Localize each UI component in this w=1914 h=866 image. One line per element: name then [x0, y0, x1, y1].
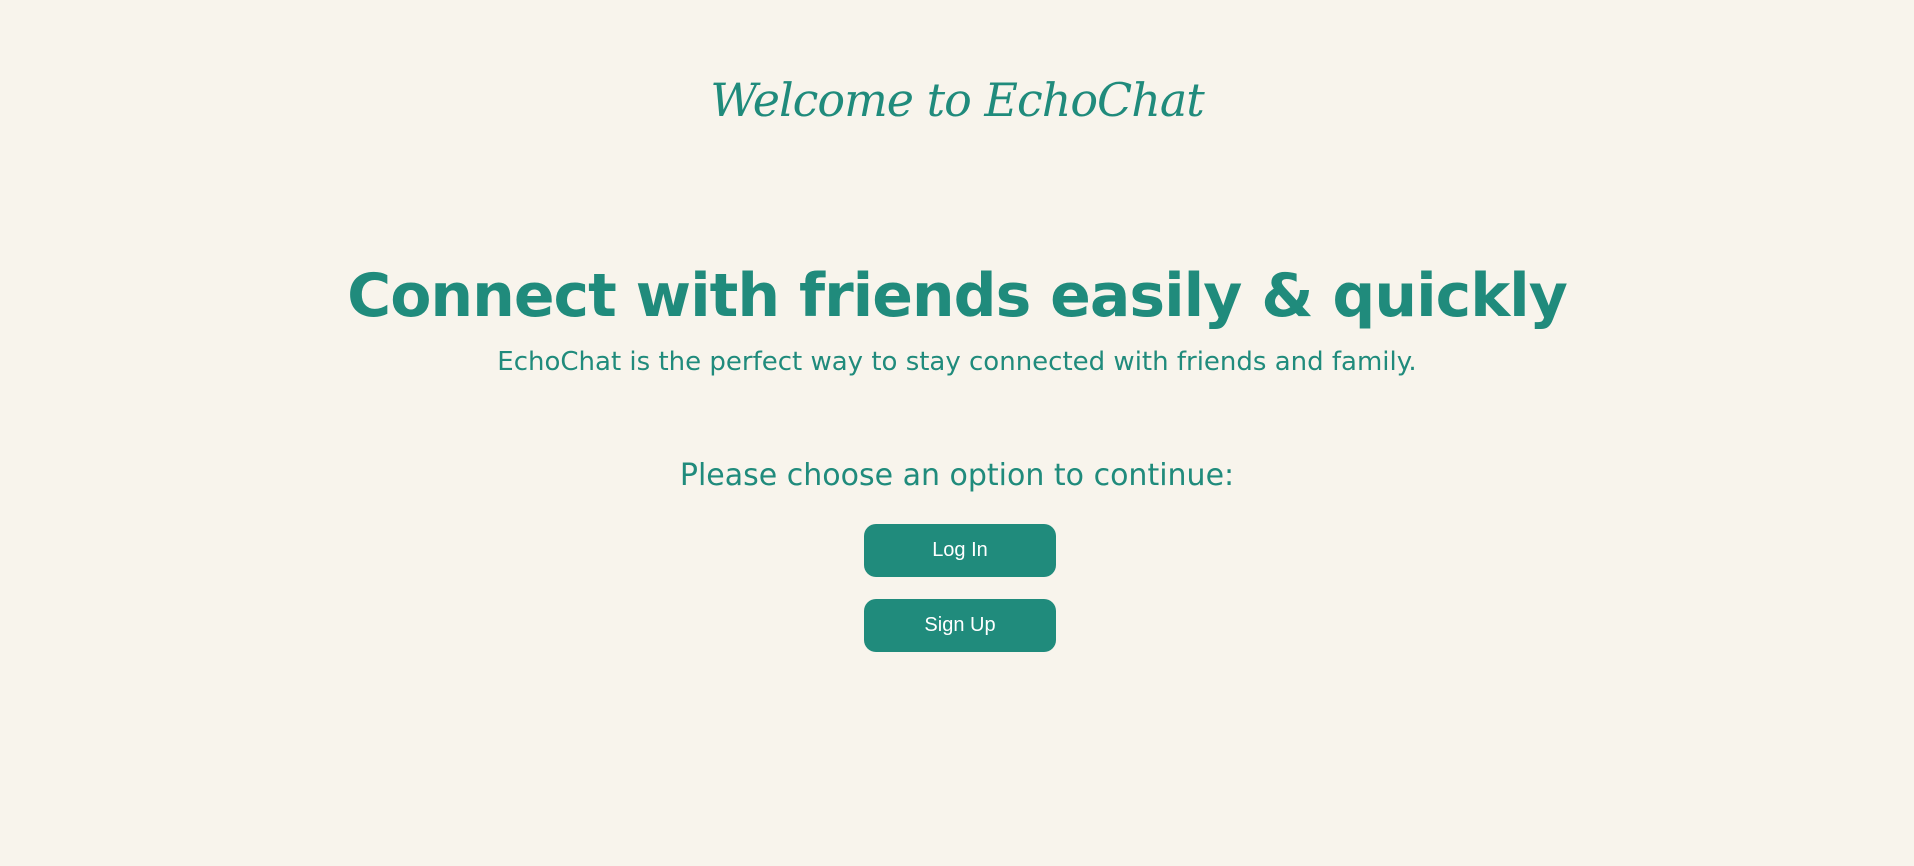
- signup-button[interactable]: Sign Up: [864, 599, 1056, 652]
- auth-prompt: Please choose an option to continue:: [679, 458, 1235, 493]
- hero-headline: Connect with friends easily & quickly: [347, 261, 1568, 331]
- welcome-title: Welcome to EchoChat: [710, 73, 1205, 127]
- login-button[interactable]: Log In: [864, 524, 1056, 577]
- landing-page: Welcome to EchoChat Connect with friends…: [0, 0, 1914, 866]
- hero-tagline: EchoChat is the perfect way to stay conn…: [497, 347, 1417, 377]
